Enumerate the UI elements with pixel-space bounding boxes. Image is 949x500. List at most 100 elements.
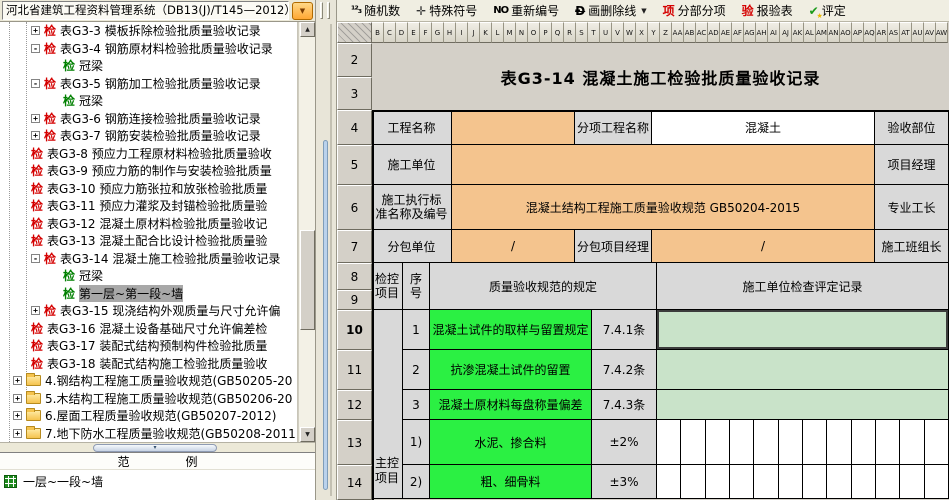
tree-item[interactable]: +检表G3-15 现浇结构外观质量与尺寸允许偏 — [0, 302, 297, 320]
subcontractor-value-cell[interactable]: / — [452, 230, 575, 263]
tree-item[interactable]: 检表G3-9 预应力筋的制作与安装检验批质量 — [0, 162, 297, 180]
expand-plus-icon[interactable]: + — [13, 376, 22, 385]
tree-item[interactable]: 检表G3-11 预应力灌浆及封锚检验批质量验 — [0, 197, 297, 215]
spec-ref-cell[interactable]: 7.4.3条 — [592, 390, 657, 420]
tree-item[interactable]: 检表G3-13 混凝土配合比设计检验批质量验 — [0, 232, 297, 250]
seq-cell[interactable]: 1) — [403, 420, 430, 465]
check-item-cell[interactable]: 混凝土原材料每盘称量偏差 — [430, 390, 592, 420]
spec-ref-cell[interactable]: 7.4.1条 — [592, 310, 657, 350]
tree-scrollbar[interactable]: ▲ ▼ — [298, 22, 315, 442]
tree-item[interactable]: 检表G3-10 预应力筋张拉和放张检验批质量 — [0, 180, 297, 198]
select-all-corner[interactable] — [337, 22, 372, 43]
random-number-button[interactable]: ¹²₃ 随机数 — [351, 2, 400, 19]
column-letter[interactable]: AI — [768, 22, 780, 43]
column-letter[interactable]: W — [624, 22, 636, 43]
row-number[interactable]: 14 — [337, 465, 372, 500]
column-letter[interactable]: AA — [672, 22, 684, 43]
entry-cell[interactable] — [803, 465, 827, 498]
entry-cell[interactable] — [876, 465, 900, 498]
column-letter[interactable]: K — [480, 22, 492, 43]
column-letter[interactable]: AN — [828, 22, 840, 43]
entry-cell[interactable] — [925, 465, 948, 498]
expand-plus-icon[interactable]: + — [13, 429, 22, 438]
title-dropdown-button[interactable]: ▼ — [292, 2, 313, 20]
row-number[interactable]: 9 — [337, 290, 372, 310]
tree-item[interactable]: 检表G3-18 装配式结构施工检验批质量验收 — [0, 355, 297, 373]
column-letter[interactable]: R — [564, 22, 576, 43]
row-number[interactable]: 3 — [337, 77, 372, 110]
entry-cell[interactable] — [706, 465, 730, 498]
scrollbar-thumb[interactable] — [300, 230, 315, 330]
expand-plus-icon[interactable]: + — [31, 114, 40, 123]
column-letter[interactable]: AG — [744, 22, 756, 43]
expand-plus-icon[interactable]: + — [31, 131, 40, 140]
seq-cell[interactable]: 3 — [403, 390, 430, 420]
expand-plus-icon[interactable]: + — [31, 306, 40, 315]
column-letters-header[interactable]: BCDEFGHIJKLMNOPQRSTUVWXYZAAABACADAEAFAGA… — [372, 22, 949, 43]
tree-item[interactable]: +检表G3-7 钢筋安装检验批质量验收记录 — [0, 127, 297, 145]
tree-item[interactable]: 检表G3-12 混凝土原材料检验批质量验收记 — [0, 215, 297, 233]
tree-item[interactable]: +检表G3-6 钢筋连接检验批质量验收记录 — [0, 110, 297, 128]
column-letter[interactable]: AS — [888, 22, 900, 43]
row-number[interactable]: 8 — [337, 263, 372, 290]
column-letter[interactable]: X — [636, 22, 648, 43]
scroll-up-icon[interactable]: ▲ — [300, 22, 315, 37]
column-letter[interactable]: AD — [708, 22, 720, 43]
column-letter[interactable]: L — [492, 22, 504, 43]
special-symbols-button[interactable]: ✛ 特殊符号 — [416, 2, 477, 19]
sub-project-value-cell[interactable]: 混凝土 — [652, 110, 875, 145]
column-letter[interactable]: AC — [696, 22, 708, 43]
entry-cell[interactable] — [754, 465, 778, 498]
record-entry-cell[interactable] — [657, 390, 949, 420]
entry-cell[interactable] — [803, 420, 827, 464]
entry-cell[interactable] — [681, 465, 705, 498]
spec-ref-cell[interactable]: ±3% — [592, 465, 657, 499]
standard-value-cell[interactable]: 混凝土结构工程施工质量验收规范 GB50204-2015 — [452, 185, 875, 230]
tree-item[interactable]: 检表G3-8 预应力工程原材料检验批质量验收 — [0, 145, 297, 163]
entry-cell[interactable] — [876, 420, 900, 464]
row-number[interactable]: 12 — [337, 390, 372, 420]
column-letter[interactable]: S — [576, 22, 588, 43]
column-letter[interactable]: Y — [648, 22, 660, 43]
entry-cell[interactable] — [852, 420, 876, 464]
tree-item[interactable]: 检第一层~第一段~墙 — [0, 285, 297, 303]
measurement-grid[interactable] — [657, 420, 949, 465]
tree-item[interactable]: +4.钢结构工程施工质量验收规范(GB50205-20 — [0, 372, 297, 390]
column-letter[interactable]: B — [372, 22, 384, 43]
entry-cell[interactable] — [827, 420, 851, 464]
splitter-handle[interactable]: ▾ — [93, 444, 217, 452]
seq-cell[interactable]: 1 — [403, 310, 430, 350]
column-letter[interactable]: AO — [840, 22, 852, 43]
column-letter[interactable]: H — [444, 22, 456, 43]
tree-item[interactable]: 检表G3-16 混凝土设备基础尺寸允许偏差检 — [0, 320, 297, 338]
column-letter[interactable]: AQ — [864, 22, 876, 43]
column-letter[interactable]: AM — [816, 22, 828, 43]
row-number[interactable]: 6 — [337, 185, 372, 230]
row-number[interactable]: 2 — [337, 43, 372, 77]
row-number[interactable]: 5 — [337, 145, 372, 185]
entry-cell[interactable] — [900, 420, 924, 464]
builder-cell[interactable] — [452, 145, 875, 185]
column-letter[interactable]: AB — [684, 22, 696, 43]
spec-ref-cell[interactable]: 7.4.2条 — [592, 350, 657, 390]
tree-item[interactable]: +5.木结构工程施工质量验收规范(GB50206-20 — [0, 390, 297, 408]
entry-cell[interactable] — [657, 465, 681, 498]
horizontal-splitter[interactable]: ▾ — [0, 442, 315, 452]
entry-cell[interactable] — [657, 420, 681, 464]
column-letter[interactable]: AP — [852, 22, 864, 43]
column-letter[interactable]: AL — [804, 22, 816, 43]
seq-cell[interactable]: 2) — [403, 465, 430, 499]
tree-item[interactable]: +6.屋面工程质量验收规范(GB50207-2012) — [0, 407, 297, 425]
column-letter[interactable]: E — [408, 22, 420, 43]
column-letter[interactable]: F — [420, 22, 432, 43]
row-number[interactable]: 7 — [337, 230, 372, 263]
column-letter[interactable]: I — [456, 22, 468, 43]
row-number[interactable]: 4 — [337, 110, 372, 145]
collapse-minus-icon[interactable]: - — [31, 44, 40, 53]
record-entry-cell[interactable] — [657, 350, 949, 390]
row-number[interactable]: 13 — [337, 420, 372, 465]
entry-cell[interactable] — [730, 420, 754, 464]
column-letter[interactable]: AU — [912, 22, 924, 43]
vertical-splitter[interactable] — [315, 0, 337, 500]
renumber-button[interactable]: NO 重新编号 — [493, 2, 559, 19]
